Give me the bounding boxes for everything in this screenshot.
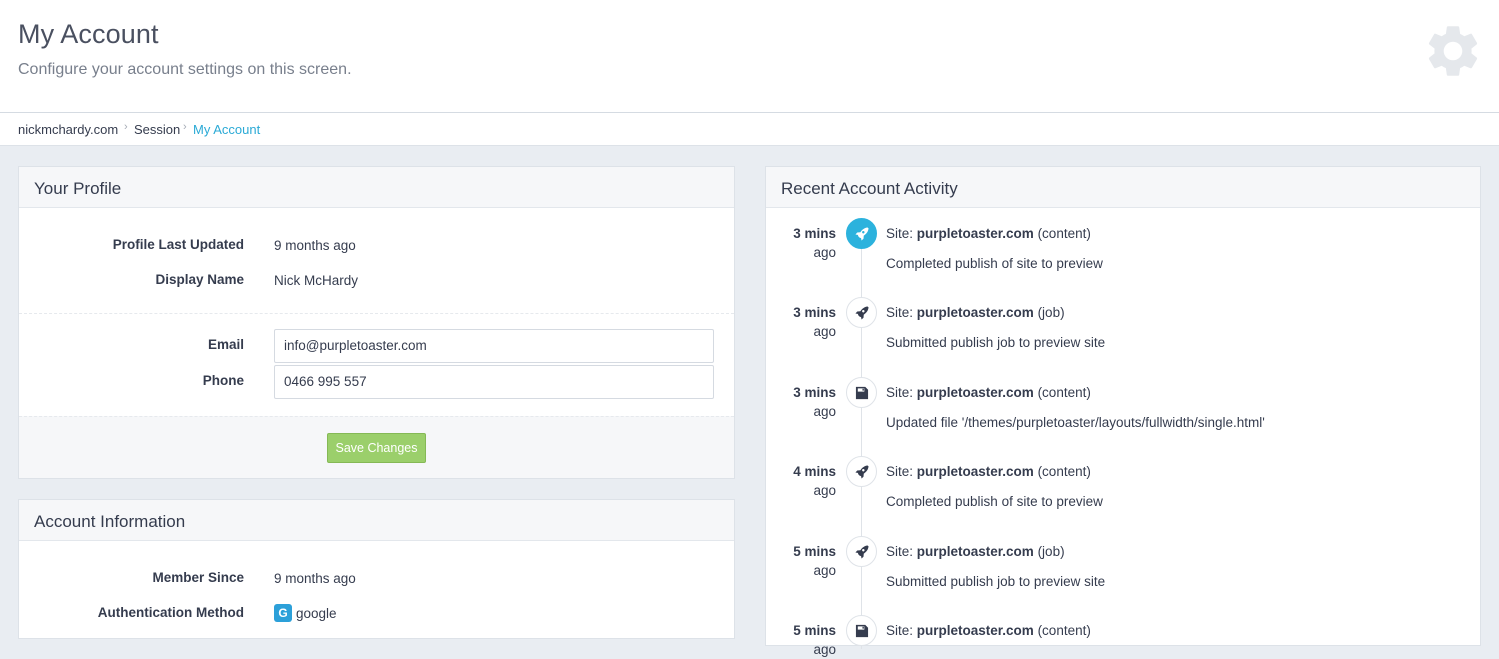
rocket-icon — [855, 545, 869, 559]
activity-title: Site: purpletoaster.com (job) — [886, 305, 1065, 321]
account-info-panel: Account Information Member Since 9 month… — [18, 499, 735, 639]
activity-panel-title: Recent Account Activity — [781, 179, 958, 198]
rocket-icon — [855, 227, 869, 241]
activity-node — [846, 456, 877, 488]
profile-form-footer: Save Changes — [19, 416, 734, 478]
profile-panel-title: Your Profile — [34, 179, 122, 198]
activity-panel-header: Recent Account Activity — [766, 167, 1480, 208]
activity-title: Site: purpletoaster.com (job) — [886, 543, 1065, 559]
account-info-panel-header: Account Information — [19, 500, 734, 541]
activity-node — [846, 615, 877, 646]
activity-site: purpletoaster.com — [916, 384, 1034, 400]
breadcrumb-item-site[interactable]: nickmchardy.com — [18, 122, 118, 137]
activity-node — [846, 297, 877, 329]
profile-panel: Your Profile Profile Last Updated 9 mont… — [18, 166, 735, 479]
activity-site: purpletoaster.com — [916, 226, 1034, 241]
activity-time: 5 mins ago — [793, 543, 836, 578]
activity-time: 3 mins ago — [793, 305, 836, 340]
breadcrumb-separator: › — [183, 121, 187, 133]
activity-time: 4 mins ago — [793, 464, 836, 499]
breadcrumb-item-session[interactable]: Session — [134, 122, 180, 137]
divider — [19, 313, 734, 314]
activity-node — [846, 535, 877, 567]
activity-title: Site: purpletoaster.com (content) — [886, 464, 1091, 480]
save-changes-button[interactable]: Save Changes — [327, 433, 426, 463]
page-title: My Account — [18, 19, 159, 49]
breadcrumb-item-my-account: My Account — [193, 122, 261, 137]
member-since-label: Member Since — [152, 570, 244, 585]
activity-site: purpletoaster.com — [916, 305, 1034, 321]
activity-description: Completed publish of site to preview — [886, 256, 1103, 271]
activity-site: purpletoaster.com — [916, 543, 1034, 559]
activity-title: Site: purpletoaster.com (content) — [886, 623, 1091, 638]
rocket-icon — [855, 306, 869, 320]
auth-method-label: Authentication Method — [97, 605, 244, 620]
save-icon — [855, 386, 869, 399]
activity-description: Submitted publish job to preview site — [886, 573, 1106, 589]
profile-panel-header: Your Profile — [19, 167, 734, 208]
display-name-label: Display Name — [155, 272, 244, 287]
display-name-value: Nick McHardy — [274, 273, 359, 288]
activity-site: purpletoaster.com — [916, 623, 1034, 638]
breadcrumb-separator: › — [124, 121, 128, 133]
page-header: My Account Configure your account settin… — [0, 0, 1499, 113]
save-icon — [855, 624, 869, 638]
activity-node — [846, 218, 877, 249]
gear-icon — [1428, 26, 1478, 76]
activity-description: Updated file '/themes/purpletoaster/layo… — [886, 414, 1265, 430]
activity-description: Submitted publish job to preview site — [886, 335, 1106, 351]
account-info-panel-title: Account Information — [34, 512, 186, 531]
activity-time: 3 mins ago — [793, 226, 836, 260]
profile-last-updated-label: Profile Last Updated — [112, 237, 244, 252]
phone-field[interactable]: 0466 995 557 — [274, 365, 714, 399]
activity-node — [846, 376, 877, 408]
activity-title: Site: purpletoaster.com (content) — [886, 226, 1091, 241]
rocket-icon — [855, 465, 869, 479]
timeline-line — [861, 219, 862, 649]
email-field[interactable]: info@purpletoaster.com — [274, 329, 714, 363]
email-label: Email — [207, 337, 244, 352]
activity-site: purpletoaster.com — [916, 464, 1034, 480]
activity-description: Completed publish of site to preview — [886, 494, 1103, 510]
activity-panel: Recent Account Activity 3 mins ago Site: … — [765, 166, 1481, 657]
profile-last-updated-value: 9 months ago — [274, 238, 356, 253]
google-icon: G — [274, 604, 292, 622]
activity-time: 5 mins ago — [793, 623, 836, 657]
auth-method-value: google — [296, 606, 337, 621]
phone-label: Phone — [202, 373, 244, 388]
activity-title: Site: purpletoaster.com (content) — [886, 384, 1091, 400]
activity-time: 3 mins ago — [793, 384, 836, 419]
member-since-value: 9 months ago — [274, 571, 356, 586]
page-subtitle: Configure your account settings on this … — [18, 61, 352, 78]
breadcrumb: nickmchardy.com › Session › My Account — [0, 113, 1499, 146]
